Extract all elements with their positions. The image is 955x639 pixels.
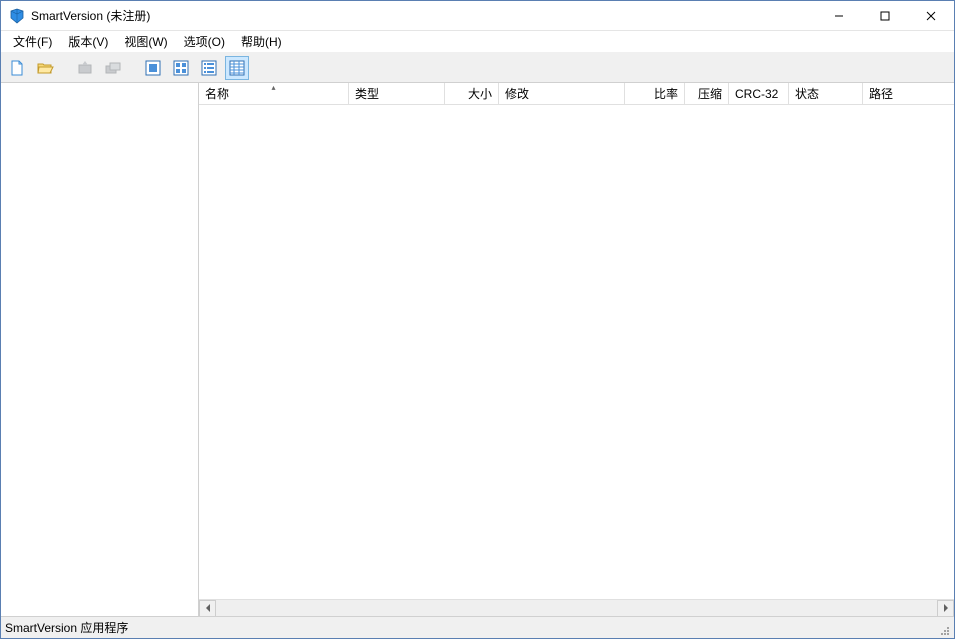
menu-file[interactable]: 文件(F): [5, 31, 60, 52]
app-icon: [9, 8, 25, 24]
resize-grip-icon[interactable]: [934, 620, 950, 636]
column-packed-label: 压缩: [698, 85, 722, 102]
menu-help[interactable]: 帮助(H): [233, 31, 290, 52]
column-crc32[interactable]: CRC-32: [729, 83, 789, 104]
column-status-label: 状态: [795, 85, 819, 102]
extract-button[interactable]: [73, 56, 97, 80]
status-bar: SmartVersion 应用程序: [1, 616, 954, 638]
column-status[interactable]: 状态: [789, 83, 863, 104]
view-large-icons-button[interactable]: [141, 56, 165, 80]
column-ratio-label: 比率: [654, 85, 678, 102]
column-size[interactable]: 大小: [445, 83, 499, 104]
column-modified[interactable]: 修改: [499, 83, 625, 104]
new-file-button[interactable]: [5, 56, 29, 80]
open-button[interactable]: [33, 56, 57, 80]
column-type[interactable]: 类型: [349, 83, 445, 104]
menu-view[interactable]: 视图(W): [116, 31, 175, 52]
menu-version[interactable]: 版本(V): [60, 31, 116, 52]
menu-options[interactable]: 选项(O): [176, 31, 233, 52]
list-body[interactable]: [199, 105, 954, 599]
title-bar: SmartVersion (未注册): [1, 1, 954, 31]
tree-panel[interactable]: [1, 83, 199, 616]
close-button[interactable]: [908, 1, 954, 31]
column-path[interactable]: 路径: [863, 83, 943, 104]
sort-asc-icon: ▴: [271, 83, 275, 92]
column-packed[interactable]: 压缩: [685, 83, 729, 104]
minimize-button[interactable]: [816, 1, 862, 31]
view-details-button[interactable]: [225, 56, 249, 80]
horizontal-scrollbar[interactable]: [199, 599, 954, 616]
scroll-right-button[interactable]: [937, 600, 954, 617]
column-ratio[interactable]: 比率: [625, 83, 685, 104]
status-text: SmartVersion 应用程序: [5, 619, 128, 636]
maximize-button[interactable]: [862, 1, 908, 31]
column-name-label: 名称: [205, 85, 229, 102]
column-header-row: 名称 ▴ 类型 大小 修改 比率 压缩 CR: [199, 83, 954, 105]
window-title: SmartVersion (未注册): [31, 7, 150, 24]
view-list-button[interactable]: [197, 56, 221, 80]
column-size-label: 大小: [468, 85, 492, 102]
app-window: SmartVersion (未注册) 文件(F) 版本(V) 视图(W) 选项(…: [0, 0, 955, 639]
scroll-left-button[interactable]: [199, 600, 216, 617]
column-type-label: 类型: [355, 85, 379, 102]
scrollbar-track[interactable]: [216, 600, 937, 617]
column-path-label: 路径: [869, 85, 893, 102]
extract-all-button[interactable]: [101, 56, 125, 80]
menu-bar: 文件(F) 版本(V) 视图(W) 选项(O) 帮助(H): [1, 31, 954, 53]
column-modified-label: 修改: [505, 85, 529, 102]
column-crc32-label: CRC-32: [735, 87, 778, 101]
toolbar: [1, 53, 954, 83]
view-small-icons-button[interactable]: [169, 56, 193, 80]
column-name[interactable]: 名称 ▴: [199, 83, 349, 104]
content-area: 名称 ▴ 类型 大小 修改 比率 压缩 CR: [1, 83, 954, 616]
list-panel: 名称 ▴ 类型 大小 修改 比率 压缩 CR: [199, 83, 954, 616]
